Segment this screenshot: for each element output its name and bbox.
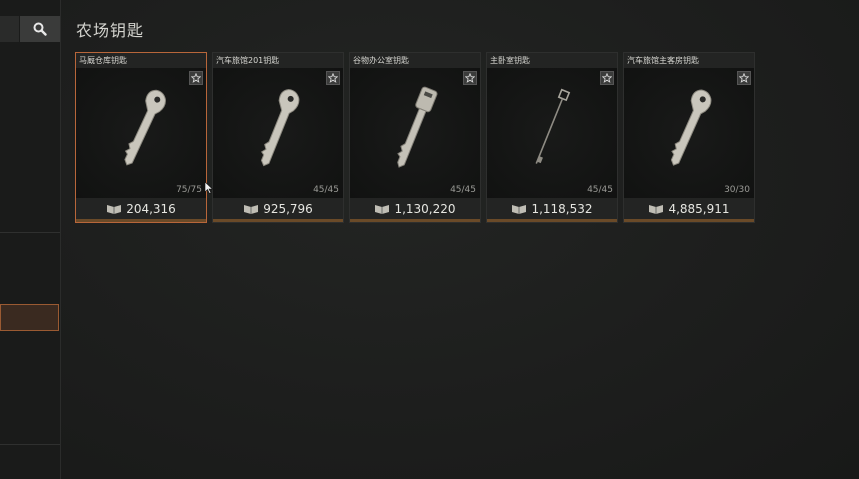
- price-bar: 925,796: [213, 198, 343, 222]
- currency-icon: [512, 205, 527, 214]
- currency-icon: [107, 205, 122, 214]
- item-card[interactable]: 汽车旅馆主客房钥匙 30/30 4,885,911: [623, 52, 755, 223]
- page-title: 农场钥匙: [76, 21, 145, 40]
- item-name: 马厩仓库钥匙: [76, 53, 206, 68]
- item-grid: 马厩仓库钥匙 75/75 204,316 汽车旅馆201钥匙 45/45 925…: [75, 52, 755, 223]
- item-card[interactable]: 谷物办公室钥匙 45/45 1,130,220: [349, 52, 481, 223]
- item-card[interactable]: 汽车旅馆201钥匙 45/45 925,796: [212, 52, 344, 223]
- item-card[interactable]: 马厩仓库钥匙 75/75 204,316: [75, 52, 207, 223]
- item-name: 汽车旅馆主客房钥匙: [624, 53, 754, 68]
- star-icon: [739, 73, 749, 83]
- item-name: 主卧室钥匙: [487, 53, 617, 68]
- currency-icon: [649, 205, 664, 214]
- item-price: 1,118,532: [531, 201, 593, 216]
- price-bar: 1,118,532: [487, 198, 617, 222]
- currency-icon: [244, 205, 259, 214]
- star-icon: [602, 73, 612, 83]
- item-price: 4,885,911: [668, 201, 730, 216]
- search-icon: [33, 22, 47, 36]
- key-icon: [260, 89, 300, 167]
- favorite-button[interactable]: [737, 71, 751, 85]
- item-count: 75/75: [176, 185, 202, 195]
- favorite-button[interactable]: [326, 71, 340, 85]
- item-count: 45/45: [313, 185, 339, 195]
- app-root: 农场钥匙 马厩仓库钥匙 75/75 204,316 汽车旅馆201钥匙 45/4…: [0, 0, 859, 479]
- item-count: 45/45: [450, 185, 476, 195]
- currency-icon: [375, 205, 390, 214]
- star-icon: [465, 73, 475, 83]
- star-icon: [328, 73, 338, 83]
- favorite-button[interactable]: [189, 71, 203, 85]
- item-card[interactable]: 主卧室钥匙 45/45 1,118,532: [486, 52, 618, 223]
- price-bar: 1,130,220: [350, 198, 480, 222]
- item-price: 1,130,220: [394, 201, 456, 216]
- search-button[interactable]: [20, 16, 60, 42]
- sidebar-divider: [0, 232, 60, 233]
- sidebar-divider: [0, 444, 60, 445]
- mouse-cursor-icon: [205, 182, 213, 194]
- price-bar: 204,316: [76, 198, 206, 222]
- key-icon: [124, 89, 166, 166]
- sidebar-item-selected[interactable]: [0, 304, 59, 331]
- item-count: 45/45: [587, 185, 613, 195]
- item-name: 汽车旅馆201钥匙: [213, 53, 343, 68]
- search-input[interactable]: [0, 16, 19, 42]
- item-count: 30/30: [724, 185, 750, 195]
- key-icon: [670, 89, 712, 166]
- price-bar: 4,885,911: [624, 198, 754, 222]
- favorite-button[interactable]: [463, 71, 477, 85]
- sidebar: [0, 0, 61, 479]
- item-price: 925,796: [263, 201, 313, 216]
- keycard-key-icon: [397, 86, 438, 168]
- favorite-button[interactable]: [600, 71, 614, 85]
- star-icon: [191, 73, 201, 83]
- item-price: 204,316: [126, 201, 176, 216]
- item-name: 谷物办公室钥匙: [350, 53, 480, 68]
- skeleton-key-icon: [535, 88, 571, 164]
